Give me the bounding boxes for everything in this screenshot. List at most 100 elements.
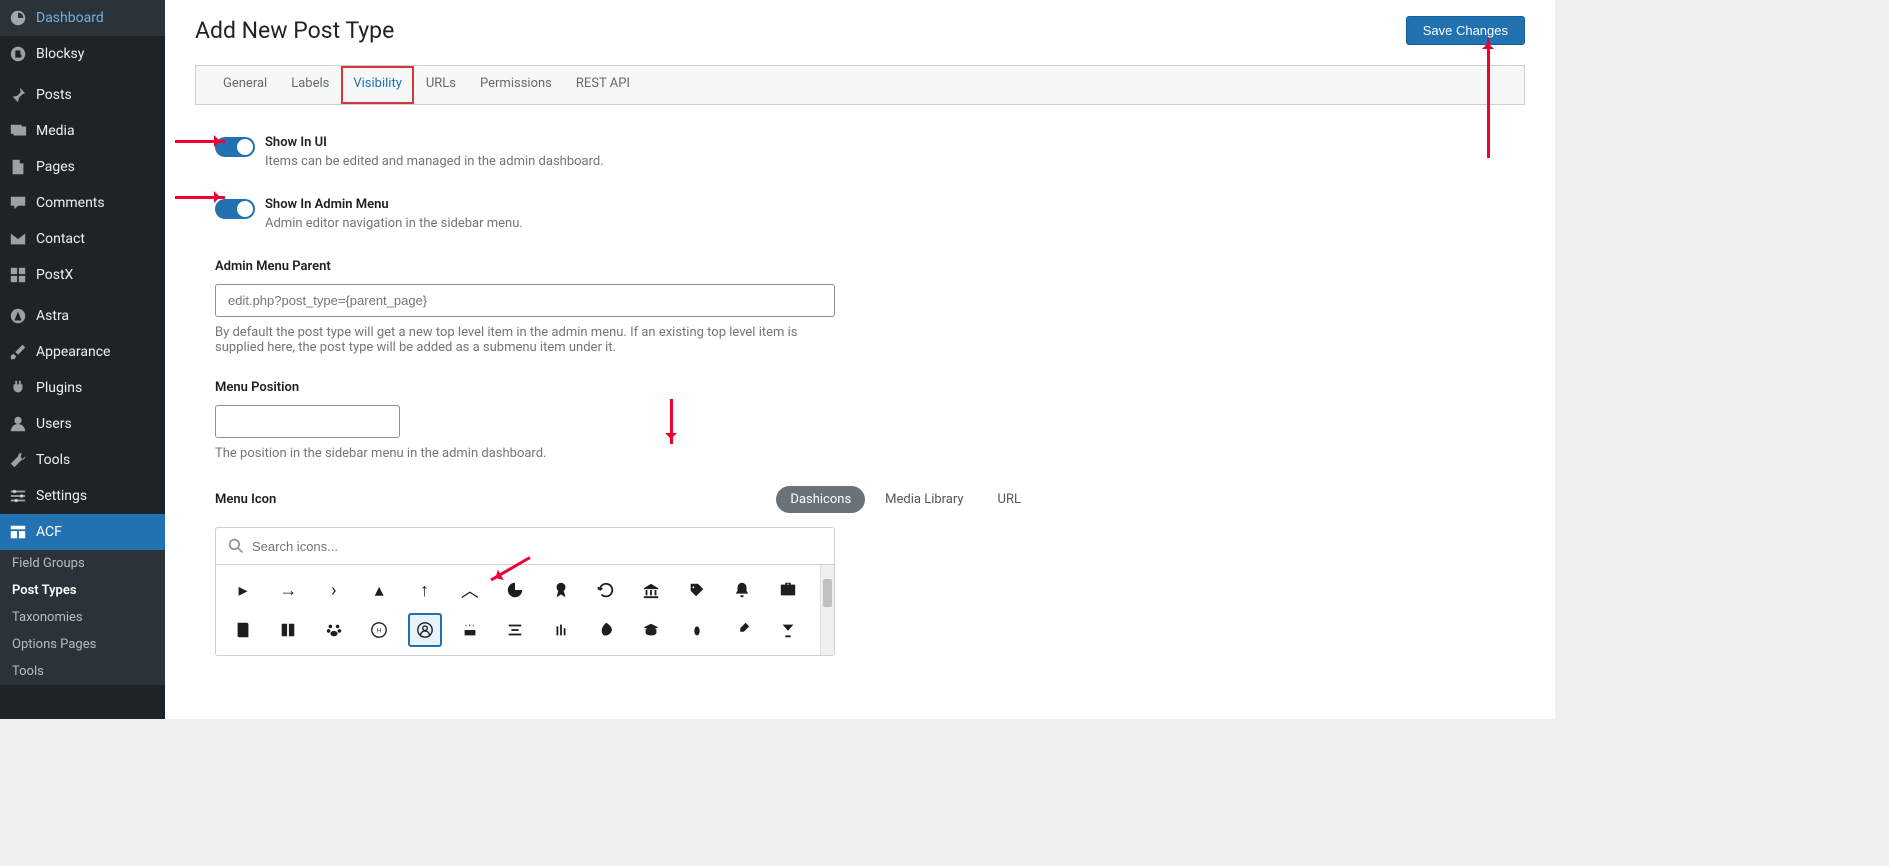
svg-text:H: H [377, 627, 382, 635]
help-menu-position: The position in the sidebar menu in the … [215, 446, 835, 461]
sidebar-label: Blocksy [36, 46, 84, 62]
icon-cleanup[interactable] [725, 613, 759, 647]
tab-general[interactable]: General [211, 66, 279, 104]
icon-award[interactable] [544, 573, 578, 607]
sidebar-item-settings[interactable]: Settings [0, 478, 165, 514]
plug-icon [8, 378, 28, 398]
settings-icon [8, 486, 28, 506]
sidebar-label: ACF [36, 524, 62, 540]
sidebar-item-postx[interactable]: PostX [0, 257, 165, 293]
icon-align-center[interactable] [498, 613, 532, 647]
label-admin-menu-parent: Admin Menu Parent [215, 259, 1035, 274]
help-admin-menu-parent: By default the post type will get a new … [215, 325, 835, 355]
submenu-tools[interactable]: Tools [0, 658, 165, 685]
input-search-icons[interactable] [252, 539, 822, 554]
icon-graduation[interactable] [634, 613, 668, 647]
dashboard-icon [8, 8, 28, 28]
icon-arrow-right-alt2[interactable]: ▸ [226, 573, 260, 607]
sidebar-item-users[interactable]: Users [0, 406, 165, 442]
pushpin-icon [8, 85, 28, 105]
input-admin-menu-parent[interactable] [215, 284, 835, 317]
icon-book[interactable] [226, 613, 260, 647]
sidebar-item-media[interactable]: Media [0, 113, 165, 149]
email-icon [8, 229, 28, 249]
icon-cake[interactable] [453, 613, 487, 647]
icon-backup[interactable] [589, 573, 623, 607]
label-show-ui: Show In UI [265, 135, 1035, 150]
astra-icon [8, 306, 28, 326]
icon-bell[interactable] [725, 573, 759, 607]
settings-tabs: General Labels Visibility URLs Permissio… [195, 65, 1525, 105]
icon-tab-media-library[interactable]: Media Library [871, 486, 977, 513]
icon-scrollbar[interactable] [820, 565, 834, 655]
input-menu-position[interactable] [215, 405, 400, 438]
sidebar-item-plugins[interactable]: Plugins [0, 370, 165, 406]
icon-bank[interactable] [634, 573, 668, 607]
icon-candles[interactable] [544, 613, 578, 647]
sidebar-label: Pages [36, 159, 75, 175]
icon-tag-ribbon[interactable] [680, 573, 714, 607]
sidebar-label: Comments [36, 195, 105, 211]
sidebar-label: Appearance [36, 344, 110, 360]
user-icon [8, 414, 28, 434]
sidebar-item-posts[interactable]: Posts [0, 77, 165, 113]
icon-buddicons[interactable] [408, 613, 442, 647]
icon-picker-panel: ▸ → › ▴ ↑ ︿ [215, 527, 835, 656]
toggle-show-ui[interactable] [215, 137, 255, 157]
page-title: Add New Post Type [195, 17, 394, 44]
icon-cocktail[interactable] [771, 613, 805, 647]
blocksy-icon [8, 44, 28, 64]
sidebar-item-pages[interactable]: Pages [0, 149, 165, 185]
icon-grid: ▸ → › ▴ ↑ ︿ [216, 565, 820, 655]
icon-html-circle[interactable]: H [362, 613, 396, 647]
icon-arrow-up[interactable]: ↑ [408, 573, 442, 607]
sidebar-label: Users [36, 416, 72, 432]
acf-icon [8, 522, 28, 542]
sidebar-item-astra[interactable]: Astra [0, 298, 165, 334]
submenu-post-types[interactable]: Post Types [0, 577, 165, 604]
icon-chevron-right[interactable]: › [317, 573, 351, 607]
sidebar-label: Contact [36, 231, 85, 247]
tab-permissions[interactable]: Permissions [468, 66, 564, 104]
icon-tab-url[interactable]: URL [984, 486, 1035, 513]
icon-leaf[interactable] [589, 613, 623, 647]
main-content: Add New Post Type Save Changes General L… [165, 0, 1555, 719]
acf-submenu: Field Groups Post Types Taxonomies Optio… [0, 550, 165, 685]
icon-book-alt[interactable] [271, 613, 305, 647]
sidebar-item-comments[interactable]: Comments [0, 185, 165, 221]
icon-bee[interactable] [680, 613, 714, 647]
sidebar-item-dashboard[interactable]: Dashboard [0, 0, 165, 36]
submenu-options-pages[interactable]: Options Pages [0, 631, 165, 658]
sidebar-item-acf[interactable]: ACF [0, 514, 165, 550]
icon-pets[interactable] [317, 613, 351, 647]
wrench-icon [8, 450, 28, 470]
icon-tab-dashicons[interactable]: Dashicons [776, 486, 865, 513]
sidebar-label: Tools [36, 452, 70, 468]
icon-chevron-up[interactable]: ︿ [453, 573, 487, 607]
save-changes-button[interactable]: Save Changes [1406, 16, 1525, 45]
sidebar-label: PostX [36, 267, 73, 283]
sidebar-item-contact[interactable]: Contact [0, 221, 165, 257]
tab-labels[interactable]: Labels [279, 66, 341, 104]
tab-visibility[interactable]: Visibility [341, 66, 414, 104]
label-menu-icon: Menu Icon [215, 492, 276, 507]
icon-briefcase[interactable] [771, 573, 805, 607]
icon-pie-chart[interactable] [498, 573, 532, 607]
sidebar-item-tools[interactable]: Tools [0, 442, 165, 478]
sidebar-label: Astra [36, 308, 69, 324]
media-icon [8, 121, 28, 141]
tab-rest-api[interactable]: REST API [564, 66, 642, 104]
brush-icon [8, 342, 28, 362]
page-header: Add New Post Type Save Changes [165, 0, 1555, 45]
icon-arrow-right[interactable]: → [271, 573, 305, 607]
toggle-show-admin-menu[interactable] [215, 199, 255, 219]
submenu-taxonomies[interactable]: Taxonomies [0, 604, 165, 631]
sidebar-item-appearance[interactable]: Appearance [0, 334, 165, 370]
submenu-field-groups[interactable]: Field Groups [0, 550, 165, 577]
icon-triangle-up[interactable]: ▴ [362, 573, 396, 607]
sidebar-item-blocksy[interactable]: Blocksy [0, 36, 165, 72]
sidebar-label: Dashboard [36, 10, 104, 26]
tab-urls[interactable]: URLs [414, 66, 468, 104]
sidebar-label: Settings [36, 488, 87, 504]
sidebar-label: Plugins [36, 380, 82, 396]
